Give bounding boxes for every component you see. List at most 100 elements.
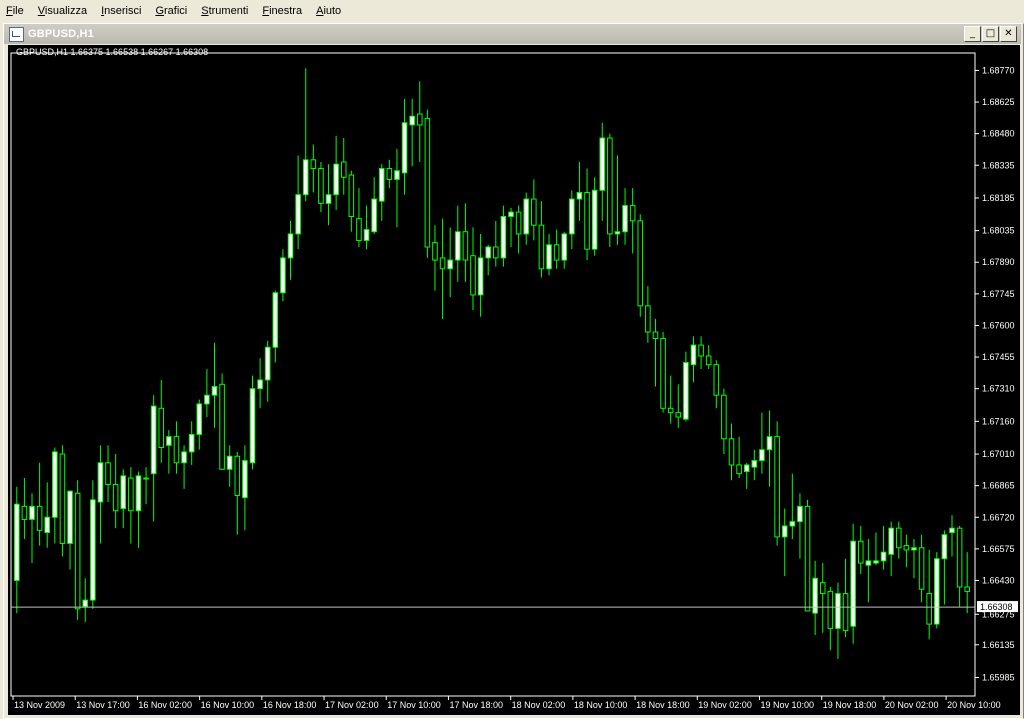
y-tick-label: 1.66135 — [982, 640, 1015, 650]
candle-body — [166, 436, 172, 446]
candle-body — [888, 527, 894, 555]
candle-body — [264, 346, 271, 381]
candle-body — [819, 582, 826, 595]
candle-body — [401, 122, 408, 174]
candle-body — [850, 540, 856, 627]
candle-body — [614, 231, 621, 235]
x-tick-label: 20 Nov 02:00 — [885, 700, 939, 710]
x-tick-label: 20 Nov 10:00 — [947, 700, 1001, 710]
candle-body — [287, 233, 294, 259]
candle-body — [90, 499, 96, 601]
candle-body — [280, 257, 286, 294]
menu-aiuto[interactable]: Aiuto — [310, 5, 349, 17]
candle-body — [789, 521, 796, 527]
candle-body — [591, 189, 598, 250]
candle-body — [295, 194, 301, 235]
candle-body — [523, 198, 529, 235]
menu-visualizza[interactable]: Visualizza — [32, 5, 95, 17]
candle-body — [447, 259, 453, 270]
candle-body — [553, 244, 560, 261]
candle-body — [470, 255, 476, 296]
candle-body — [409, 115, 415, 126]
candle-body — [759, 449, 765, 462]
x-tick-label: 17 Nov 02:00 — [325, 700, 379, 710]
x-tick-label: 16 Nov 02:00 — [138, 700, 192, 710]
candle-body — [196, 403, 203, 435]
window-titlebar[interactable]: GBPUSD,H1 _ □ ✕ — [4, 24, 1021, 44]
candle-body — [584, 191, 590, 250]
candle-body — [964, 586, 970, 592]
candle-body — [340, 161, 347, 178]
candle-body — [926, 593, 932, 625]
candle-body — [599, 137, 606, 191]
candle-body — [515, 211, 522, 235]
menu-inserisci[interactable]: Inserisci — [95, 5, 149, 17]
candle-body — [52, 451, 58, 518]
menu-file[interactable]: File — [0, 5, 32, 17]
x-tick-label: 18 Nov 18:00 — [636, 700, 690, 710]
candle-body — [538, 224, 545, 270]
maximize-button[interactable]: □ — [982, 26, 999, 42]
x-tick-label: 17 Nov 18:00 — [449, 700, 503, 710]
y-tick-label: 1.66430 — [982, 575, 1015, 585]
candle-body — [546, 244, 552, 270]
y-tick-label: 1.68480 — [982, 129, 1015, 139]
candle-body — [645, 305, 651, 333]
x-tick-label: 16 Nov 10:00 — [201, 700, 255, 710]
chart-area[interactable]: GBPUSD,H1 1.66375 1.66538 1.66267 1.6630… — [8, 45, 1020, 715]
candle-body — [797, 505, 803, 523]
candle-body — [607, 137, 613, 235]
candle-body — [150, 405, 157, 475]
candle-body — [128, 477, 134, 512]
candle-body — [59, 453, 66, 544]
candle-body — [728, 438, 735, 466]
candle-body — [895, 527, 902, 549]
candle-body — [705, 355, 712, 366]
candle-body — [477, 257, 484, 296]
candle-body — [485, 246, 491, 259]
candle-body — [675, 412, 682, 418]
minimize-button[interactable]: _ — [964, 26, 981, 42]
candle-body — [333, 163, 339, 196]
close-button[interactable]: ✕ — [1000, 26, 1017, 42]
candle-body — [956, 527, 963, 588]
candle-body — [310, 159, 317, 170]
candle-body — [531, 198, 537, 226]
x-tick-label: 17 Nov 10:00 — [387, 700, 441, 710]
x-tick-label: 13 Nov 2009 — [14, 700, 65, 710]
candle-body — [394, 170, 400, 180]
candle-body — [743, 464, 750, 472]
menu-finestra[interactable]: Finestra — [256, 5, 310, 17]
candle-body — [842, 593, 849, 632]
chart-window: GBPUSD,H1 _ □ ✕ GBPUSD,H1 1.66375 1.6653… — [3, 23, 1024, 719]
menu-grafici[interactable]: Grafici — [149, 5, 195, 17]
y-tick-label: 1.68625 — [982, 97, 1015, 107]
current-price-label: 1.66308 — [980, 602, 1013, 612]
price-chart[interactable]: GBPUSD,H1 1.66375 1.66538 1.66267 1.6630… — [8, 45, 1020, 715]
candle-body — [736, 464, 742, 475]
y-tick-label: 1.67890 — [982, 257, 1015, 267]
candle-body — [44, 516, 50, 534]
y-tick-label: 1.67310 — [982, 384, 1015, 394]
candle-body — [188, 433, 195, 453]
y-tick-label: 1.68185 — [982, 193, 1015, 203]
menu-strumenti[interactable]: Strumenti — [195, 5, 256, 17]
candle-body — [318, 168, 324, 204]
candle-body — [371, 198, 377, 233]
candle-body — [500, 215, 507, 259]
candle-body — [812, 577, 818, 614]
candle-body — [667, 407, 674, 414]
candle-body — [181, 451, 187, 464]
candle-body — [67, 490, 73, 544]
candle-body — [835, 593, 841, 629]
candle-body — [462, 231, 469, 261]
candle-body — [97, 462, 104, 503]
candle-body — [120, 475, 127, 510]
candle-body — [918, 547, 925, 590]
candle-body — [455, 231, 461, 261]
candle-body — [135, 475, 142, 512]
candle-body — [242, 460, 248, 499]
x-tick-label: 19 Nov 18:00 — [823, 700, 877, 710]
candle-body — [508, 211, 514, 217]
x-tick-label: 19 Nov 02:00 — [698, 700, 752, 710]
